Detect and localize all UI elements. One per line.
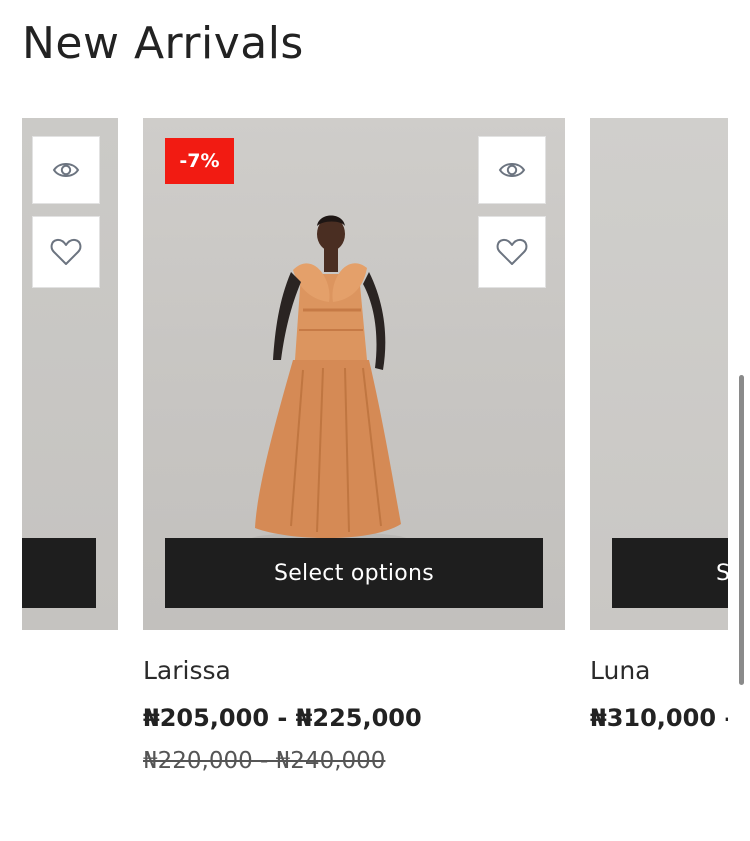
eye-icon: [498, 163, 526, 177]
scrollbar[interactable]: [739, 375, 744, 685]
product-image[interactable]: S: [590, 118, 728, 630]
select-options-button[interactable]: Select options: [165, 538, 543, 608]
heart-icon: [50, 238, 82, 265]
model-figure: [249, 215, 409, 548]
quick-view-button[interactable]: [478, 136, 546, 204]
product-image[interactable]: -7% Select options: [143, 118, 565, 630]
price-range: ₦205,000 - ₦225,000: [143, 704, 422, 732]
product-image[interactable]: [22, 118, 118, 630]
select-options-button[interactable]: S: [612, 538, 728, 608]
original-price: ₦220,000 - ₦240,000: [143, 748, 386, 774]
section-title: New Arrivals: [22, 18, 304, 69]
product-carousel[interactable]: -7% Select options Larissa ₦205,000 - ₦2…: [22, 118, 728, 841]
heart-icon: [496, 238, 528, 265]
sale-badge: -7%: [165, 138, 234, 184]
price-range: ₦310,000 -: [590, 704, 728, 732]
product-name[interactable]: Luna: [590, 656, 651, 685]
select-options-button[interactable]: [22, 538, 96, 608]
quick-view-button[interactable]: [32, 136, 100, 204]
wishlist-button[interactable]: [478, 216, 546, 288]
wishlist-button[interactable]: [32, 216, 100, 288]
product-name[interactable]: Larissa: [143, 656, 231, 685]
eye-icon: [52, 163, 80, 177]
